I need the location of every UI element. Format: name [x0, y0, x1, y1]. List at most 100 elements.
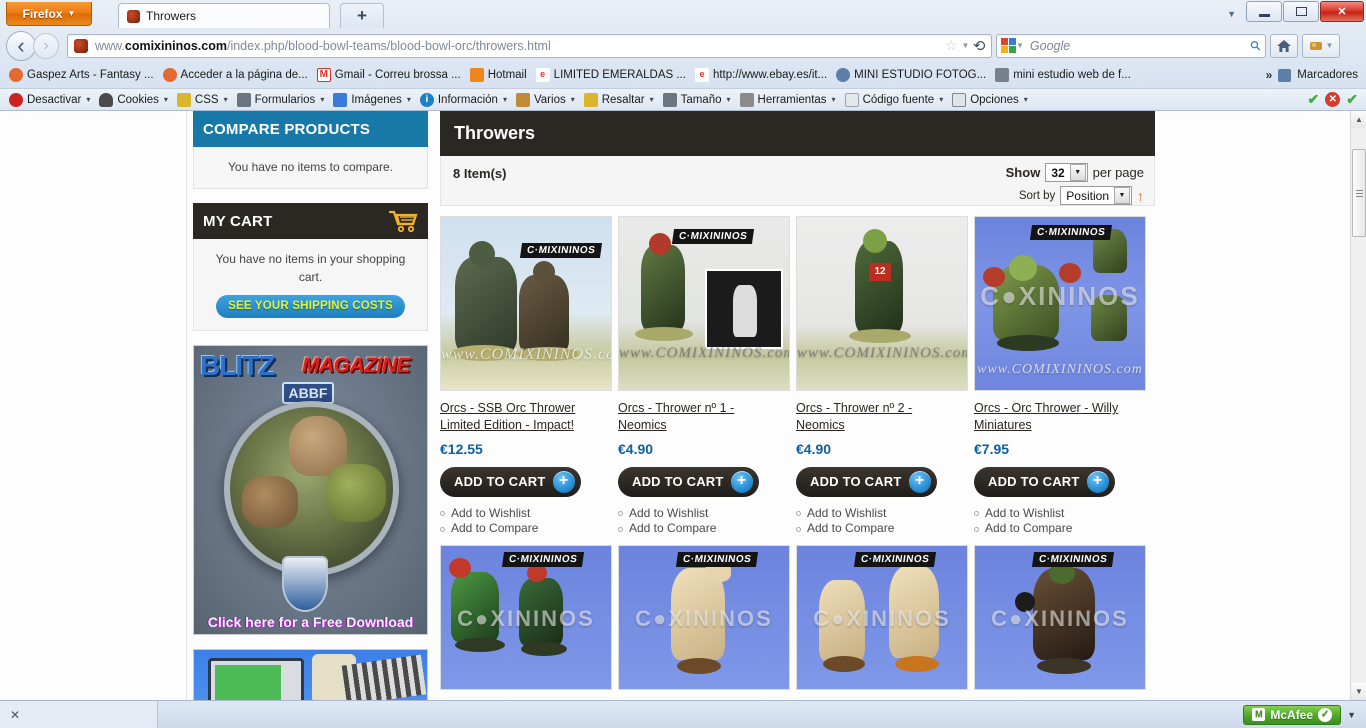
bookmark-item[interactable]: M Gmail - Correu brossa ... [314, 66, 467, 84]
wishlist-label: Add to Wishlist [629, 505, 709, 520]
add-to-wishlist-link[interactable]: Add to Wishlist [796, 506, 970, 522]
chevron-down-icon[interactable]: ▼ [962, 41, 970, 50]
sort-by-select[interactable]: Position ▼ [1060, 186, 1132, 205]
compare-products-header: COMPARE PRODUCTS [193, 111, 428, 147]
status-check2-icon[interactable]: ✔ [1346, 91, 1358, 108]
status-error-icon[interactable]: ✕ [1325, 92, 1341, 107]
new-tab-button[interactable]: + [340, 3, 384, 28]
per-page-select[interactable]: 32 ▼ [1045, 163, 1088, 182]
devtool-codigo-fuente[interactable]: Código fuente ▾ [842, 91, 950, 109]
devtool-varios[interactable]: Varios ▾ [513, 91, 581, 109]
bookmarks-menu-label[interactable]: Marcadores [1297, 69, 1358, 81]
mcafee-label: McAfee [1270, 707, 1314, 722]
page-scrollbar[interactable]: ▲ ▼ [1350, 111, 1366, 700]
devtool-tamano[interactable]: Tamaño ▾ [660, 91, 737, 109]
orc-throwers-pair-photo[interactable]: C·MIXININOS C●XININOS [440, 544, 612, 690]
extension-button[interactable]: ▼ [1302, 33, 1340, 58]
add-to-cart-button[interactable]: ADD TO CART + [974, 466, 1115, 497]
image-icon [333, 92, 348, 107]
search-input[interactable]: Google [1024, 39, 1252, 53]
reload-icon[interactable]: ⟳ [973, 37, 986, 55]
devtool-herramientas[interactable]: Herramientas ▾ [737, 91, 842, 109]
add-to-compare-link[interactable]: Add to Compare [440, 521, 614, 537]
product-name-link[interactable]: Orcs - Thrower nº 2 - Neomics [796, 400, 956, 434]
orc-thrower-willy-photo[interactable]: C·MIXININOS C●XININOS www.COMIXININOS.co… [974, 216, 1146, 391]
find-bar[interactable]: ✕ [0, 701, 158, 728]
add-to-cart-button[interactable]: ADD TO CART + [618, 466, 759, 497]
bookmark-item[interactable]: Gaspez Arts - Fantasy ... [6, 66, 160, 84]
add-to-cart-button[interactable]: ADD TO CART + [440, 466, 581, 497]
devtool-resaltar[interactable]: Resaltar ▾ [581, 91, 660, 109]
back-button[interactable]: ‹ [6, 30, 36, 61]
close-button[interactable]: ✕ [1320, 1, 1364, 22]
forward-button[interactable]: › [33, 32, 59, 59]
add-to-wishlist-link[interactable]: Add to Wishlist [974, 506, 1152, 522]
scrollbar-thumb[interactable] [1352, 149, 1366, 237]
scroll-up-arrow-icon[interactable]: ▲ [1351, 111, 1366, 128]
add-to-wishlist-link[interactable]: Add to Wishlist [618, 506, 792, 522]
mcafee-siteadvisor-badge[interactable]: M McAfee ✓ [1243, 704, 1342, 725]
add-to-wishlist-link[interactable]: Add to Wishlist [440, 506, 614, 522]
comixininos-logo-icon: C·MIXININOS [671, 229, 755, 244]
orc-thrower-ssb-photo[interactable]: C·MIXININOS www.COMIXININOS.com [440, 216, 612, 391]
add-to-compare-link[interactable]: Add to Compare [796, 521, 970, 537]
maximize-button[interactable] [1283, 1, 1319, 22]
bookmark-star-icon[interactable]: ☆ [945, 37, 958, 54]
devtool-desactivar[interactable]: Desactivar ▾ [6, 91, 96, 109]
chevron-down-icon[interactable]: ▼ [1326, 41, 1334, 50]
add-to-compare-link[interactable]: Add to Compare [618, 521, 792, 537]
minimize-button[interactable] [1246, 1, 1282, 22]
devtool-imagenes[interactable]: Imágenes ▾ [330, 91, 417, 109]
product-name-link[interactable]: Orcs - Orc Thrower - Willy Miniatures [974, 400, 1134, 434]
see-shipping-costs-button[interactable]: SEE YOUR SHIPPING COSTS [216, 295, 405, 318]
mini-head-a [1009, 255, 1037, 281]
orc-thrower-1-photo[interactable]: C·MIXININOS www.COMIXININOS.com [618, 216, 790, 391]
product-price: €7.95 [974, 440, 1010, 457]
orc-thrower-unpainted-2-photo[interactable]: C·MIXININOS C●XININOS [796, 544, 968, 690]
bookmark-item[interactable]: Hotmail [467, 66, 533, 84]
firefox-menu-button[interactable]: Firefox ▼ [6, 2, 92, 26]
sort-by-value: Position [1066, 188, 1109, 203]
close-icon[interactable]: ✕ [10, 708, 20, 722]
devtool-formularios[interactable]: Formularios ▾ [234, 91, 331, 109]
bookmark-item[interactable]: e http://www.ebay.es/it... [692, 66, 833, 84]
devtool-css[interactable]: CSS ▾ [174, 91, 234, 109]
add-to-compare-link[interactable]: Add to Compare [974, 521, 1152, 537]
bookmark-item[interactable]: MINI ESTUDIO FOTOG... [833, 66, 992, 84]
browser-tab-throwers[interactable]: Throwers [118, 3, 330, 28]
movies-banner[interactable]: MOVIE'S [193, 648, 428, 700]
bookmark-item[interactable]: mini estudio web de f... [992, 66, 1137, 84]
bookmarks-overflow-chevron[interactable]: » [1266, 68, 1273, 82]
status-check-icon[interactable]: ✔ [1308, 91, 1320, 108]
arrow-up-icon[interactable]: ↑ [1137, 189, 1144, 203]
magento-icon [162, 68, 177, 82]
devtool-label: Cookies [117, 93, 159, 106]
devtool-cookies[interactable]: Cookies ▾ [96, 91, 174, 109]
product-name-link[interactable]: Orcs - SSB Orc Thrower Limited Edition -… [440, 400, 600, 434]
scroll-down-arrow-icon[interactable]: ▼ [1351, 683, 1366, 700]
google-icon [1001, 38, 1016, 53]
devtool-informacion[interactable]: i Información ▾ [417, 91, 513, 109]
address-bar[interactable]: www.comixininos.com/index.php/blood-bowl… [67, 33, 992, 58]
devtool-opciones[interactable]: Opciones ▾ [949, 91, 1034, 109]
orc-thrower-2-photo[interactable]: 12 www.COMIXININOS.com [796, 216, 968, 391]
product-name-link[interactable]: Orcs - Thrower nº 1 - Neomics [618, 400, 778, 434]
search-bar[interactable]: ▼ Google ⚲ [996, 33, 1266, 58]
puzzle-icon [1309, 42, 1322, 50]
mini-figure-b [519, 275, 569, 353]
tab-strip-empty-area [384, 0, 1241, 28]
bullet-icon [974, 511, 979, 517]
add-to-cart-button[interactable]: ADD TO CART + [796, 466, 937, 497]
bookmark-item[interactable]: Acceder a la página de... [160, 66, 314, 84]
chevron-down-icon: ▼ [1069, 164, 1086, 181]
bookmark-item[interactable]: e LIMITED EMERALDAS ... [533, 66, 692, 84]
tab-list-chevron-icon[interactable]: ▼ [1227, 9, 1236, 19]
bookmark-label: Hotmail [487, 69, 527, 81]
blitz-magazine-banner[interactable]: BLITZ MAGAZINE ABBF Click here for a Fre… [193, 344, 428, 635]
orc-thrower-dark-photo[interactable]: C·MIXININOS C●XININOS [974, 544, 1146, 690]
devtool-label: Opciones [970, 93, 1019, 106]
home-button[interactable] [1270, 33, 1298, 58]
orc-thrower-unpainted-1-photo[interactable]: C·MIXININOS C●XININOS [618, 544, 790, 690]
search-engine-chevron-icon[interactable]: ▼ [1016, 41, 1024, 50]
mcafee-chevron-down-icon[interactable]: ▼ [1347, 710, 1356, 720]
